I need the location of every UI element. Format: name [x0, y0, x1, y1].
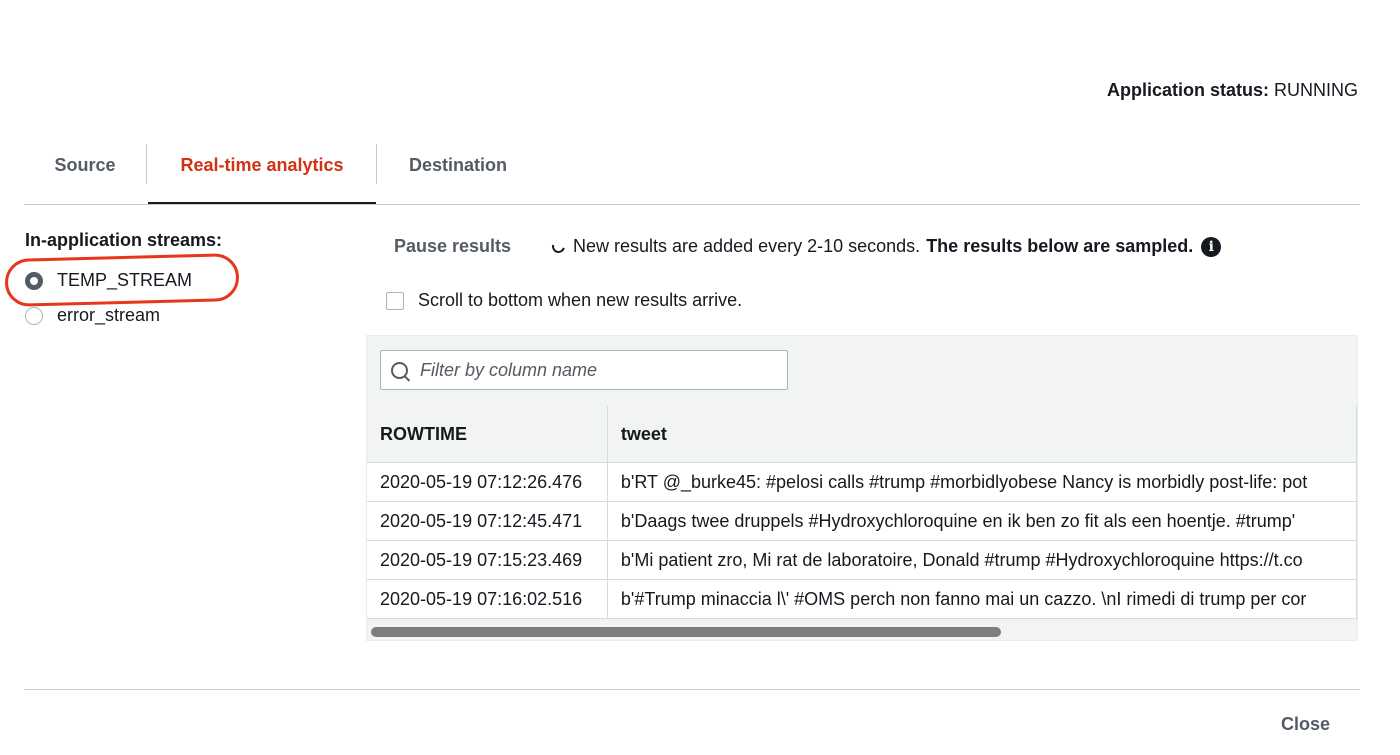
cell-rowtime: 2020-05-19 07:16:02.516	[367, 579, 608, 619]
horizontal-scrollbar[interactable]	[371, 627, 1001, 637]
tab-divider	[376, 144, 377, 184]
scroll-to-bottom-label: Scroll to bottom when new results arrive…	[418, 290, 743, 310]
column-header-tweet[interactable]: tweet	[607, 406, 1357, 463]
tab-divider	[146, 144, 147, 184]
tab-bar: Source Real-time analytics Destination	[24, 140, 1360, 205]
status-label: Application status:	[1106, 80, 1269, 100]
scroll-to-bottom-checkbox[interactable]	[386, 291, 404, 310]
results-sampled-text: The results below are sampled.	[926, 236, 1194, 256]
table-row: 2020-05-19 07:16:02.516 b'#Trump minacci…	[367, 579, 1357, 619]
status-value: RUNNING	[1274, 80, 1358, 100]
tab-destination[interactable]: Destination	[378, 140, 538, 202]
results-table: ROWTIME tweet 2020-05-19 07:12:26.476 b'…	[367, 406, 1357, 619]
table-header-row: ROWTIME tweet	[367, 406, 1357, 463]
cell-tweet: b'Mi patient zro, Mi rat de laboratoire,…	[607, 540, 1357, 580]
stream-option-label: TEMP_STREAM	[57, 270, 193, 290]
search-icon	[391, 361, 408, 379]
scroll-to-bottom-option[interactable]: Scroll to bottom when new results arrive…	[386, 290, 742, 311]
filter-input[interactable]	[418, 358, 782, 382]
streams-heading: In-application streams:	[25, 230, 223, 250]
results-table-panel: ROWTIME tweet 2020-05-19 07:12:26.476 b'…	[366, 335, 1358, 641]
table-row: 2020-05-19 07:12:45.471 b'Daags twee dru…	[367, 501, 1357, 541]
cell-rowtime: 2020-05-19 07:15:23.469	[367, 540, 608, 580]
application-status: Application status: RUNNING	[1107, 80, 1358, 101]
cell-tweet: b'RT @_burke45: #pelosi calls #trump #mo…	[607, 462, 1357, 502]
filter-box[interactable]	[380, 350, 788, 390]
table-row: 2020-05-19 07:12:26.476 b'RT @_burke45: …	[367, 462, 1357, 502]
close-button[interactable]: Close	[1281, 714, 1330, 735]
stream-option-temp-stream[interactable]: TEMP_STREAM	[25, 270, 192, 291]
radio-checked-icon[interactable]	[25, 271, 43, 290]
info-icon[interactable]: i	[1201, 236, 1222, 257]
cell-tweet: b'#Trump minaccia l\' #OMS perch non fan…	[607, 579, 1357, 619]
tab-source[interactable]: Source	[24, 140, 146, 202]
footer-divider	[24, 689, 1360, 690]
cell-rowtime: 2020-05-19 07:12:45.471	[367, 501, 608, 541]
tab-real-time-analytics[interactable]: Real-time analytics	[148, 140, 376, 204]
table-row: 2020-05-19 07:15:23.469 b'Mi patient zro…	[367, 540, 1357, 580]
radio-unchecked-icon[interactable]	[25, 306, 43, 325]
results-info-text: New results are added every 2-10 seconds…	[573, 236, 921, 256]
cell-tweet: b'Daags twee druppels #Hydroxychloroquin…	[607, 501, 1357, 541]
cell-rowtime: 2020-05-19 07:12:26.476	[367, 462, 608, 502]
results-info: New results are added every 2-10 seconds…	[549, 236, 1222, 257]
stream-option-label: error_stream	[57, 305, 161, 325]
stream-option-error-stream[interactable]: error_stream	[25, 305, 160, 326]
column-header-rowtime[interactable]: ROWTIME	[367, 406, 608, 463]
pause-results-button[interactable]: Pause results	[394, 236, 511, 257]
loading-spinner-icon	[549, 237, 568, 256]
